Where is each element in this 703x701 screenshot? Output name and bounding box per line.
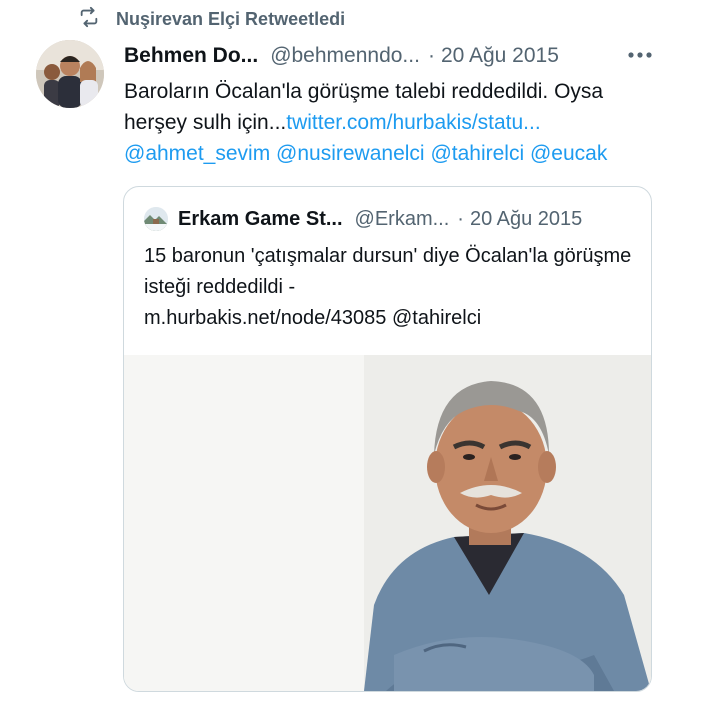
mention-link[interactable]: @ahmet_sevim (124, 142, 270, 165)
tweet-header: Behmen Do... @behmenndo... · 20 Ağu 2015 (124, 40, 664, 72)
quoted-tweet[interactable]: Erkam Game St... @Erkam... · 20 Ağu 2015… (123, 186, 652, 692)
mention-link[interactable]: @nusirewanelci (276, 142, 425, 165)
quote-date[interactable]: 20 Ağu 2015 (470, 208, 582, 231)
author-name[interactable]: Behmen Do... (124, 44, 258, 68)
mention-link[interactable]: @tahirelci (430, 142, 524, 165)
retweet-indicator[interactable]: Nuşirevan Elçi Retweetledi (78, 6, 345, 32)
profile-photo (36, 40, 104, 108)
more-options-button[interactable] (624, 40, 656, 70)
separator-dot: · (427, 44, 435, 67)
quote-author-name[interactable]: Erkam Game St... (178, 208, 343, 231)
quote-link[interactable]: m.hurbakis.net/node/43085 (144, 307, 386, 329)
retweet-label: Nuşirevan Elçi Retweetledi (116, 8, 346, 29)
quote-image[interactable] (124, 355, 651, 691)
retweet-icon (78, 6, 100, 33)
more-options-icon (628, 52, 652, 58)
tweet-link[interactable]: twitter.com/hurbakis/statu... (286, 111, 540, 134)
quote-text: 15 baronun 'çatışmalar dursun' diye Öcal… (144, 241, 634, 334)
quote-author-handle[interactable]: @Erkam... (355, 208, 450, 231)
quote-separator-dot: · (457, 207, 464, 230)
snowy-landscape-avatar (144, 207, 168, 231)
quote-mention[interactable]: @tahirelci (392, 307, 481, 329)
author-avatar[interactable] (36, 40, 104, 108)
author-handle[interactable]: @behmenndo... (270, 44, 420, 68)
mention-link[interactable]: @eucak (530, 142, 607, 165)
tweet-text: Baroların Öcalan'la görüşme talebi redde… (124, 76, 664, 169)
quote-header: Erkam Game St... @Erkam... · 20 Ağu 2015 (144, 203, 644, 235)
tweet-date[interactable]: 20 Ağu 2015 (441, 44, 559, 68)
quote-avatar[interactable] (144, 207, 168, 231)
quote-body: 15 baronun 'çatışmalar dursun' diye Öcal… (144, 245, 632, 298)
portrait-photo (124, 355, 651, 691)
